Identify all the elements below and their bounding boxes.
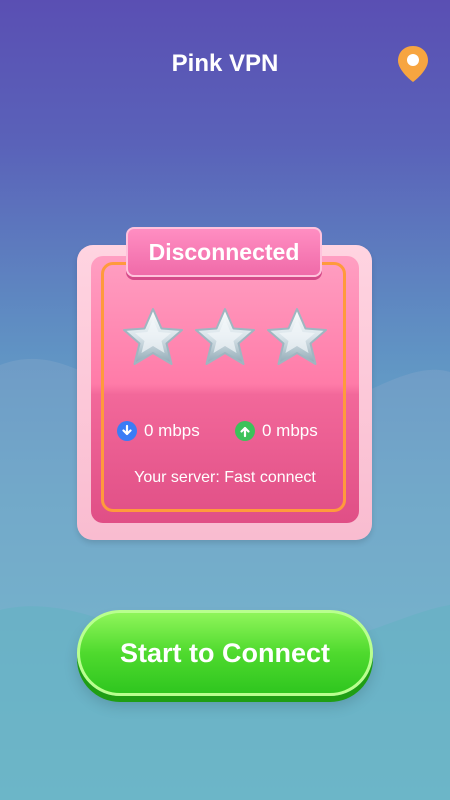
app-title: Pink VPN [171,50,279,77]
location-pin-icon [398,46,428,82]
star-icon [123,308,183,365]
star-icon [267,308,327,365]
star-rating [120,306,330,372]
upload-speed: 0 mbps [235,419,318,443]
start-connect-button[interactable]: Start to Connect [77,610,373,696]
star-icon [195,308,255,365]
download-speed-label: 0 mbps [144,421,200,440]
upload-arrow-icon [235,421,255,441]
download-speed: 0 mbps [117,419,200,443]
upload-speed-label: 0 mbps [262,421,318,440]
connection-status-badge: Disconnected [126,227,322,277]
start-connect-button-label: Start to Connect [119,637,330,668]
location-button[interactable] [396,44,430,84]
server-label: Your server: Fast connect [134,469,316,486]
download-arrow-icon [117,421,137,441]
